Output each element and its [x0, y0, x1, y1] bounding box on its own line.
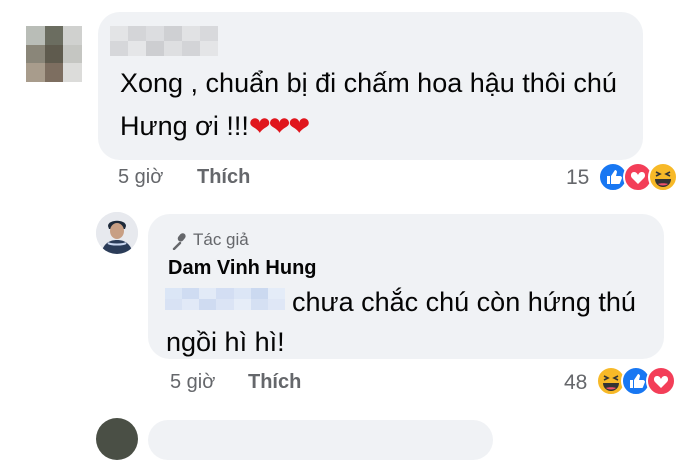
reaction-count[interactable]: 15	[566, 166, 589, 190]
like-button[interactable]: Thích	[248, 371, 301, 394]
love-icon	[623, 162, 653, 192]
love-icon	[646, 366, 676, 396]
haha-icon	[596, 366, 626, 396]
reaction-count[interactable]: 48	[564, 371, 587, 395]
avatar[interactable]	[96, 212, 138, 254]
comment-time[interactable]: 5 giờ	[170, 371, 215, 394]
reaction-icons[interactable]	[596, 366, 678, 396]
comment-bubble	[148, 420, 493, 460]
microphone-icon	[172, 233, 186, 250]
avatar[interactable]	[96, 418, 138, 460]
comment-time[interactable]: 5 giờ	[118, 166, 163, 189]
reply-text: chưa chắc chú còn hứng thú ngồi hì hì!	[166, 287, 636, 357]
heart-emoji: ❤❤❤	[248, 111, 310, 141]
comment-text: Xong , chuẩn bị đi chấm hoa hậu thôi chú…	[120, 68, 617, 141]
reaction-icons[interactable]	[598, 162, 680, 192]
commenter-name-blurred[interactable]	[110, 26, 218, 56]
avatar[interactable]	[26, 26, 82, 82]
like-icon	[598, 162, 628, 192]
author-badge: Tác giả	[193, 230, 249, 249]
author-name[interactable]: Dam Vinh Hung	[168, 257, 317, 280]
like-button[interactable]: Thích	[197, 166, 250, 189]
haha-icon	[648, 162, 678, 192]
like-icon	[621, 366, 651, 396]
